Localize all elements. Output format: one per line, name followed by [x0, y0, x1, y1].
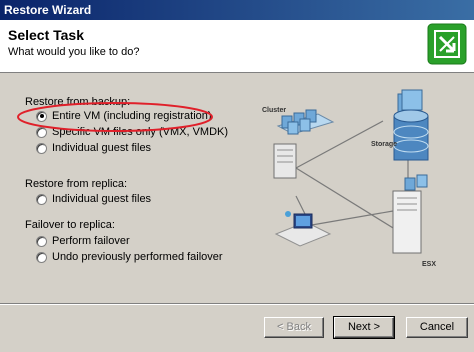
restore-from-replica-label: Restore from replica: — [25, 178, 128, 190]
option-label: Individual guest files — [52, 142, 152, 154]
radio-button[interactable] — [36, 193, 47, 205]
page-title: Select Task — [8, 27, 85, 43]
connection-lines — [295, 120, 409, 232]
option-label: Individual guest files — [52, 193, 152, 205]
radio-button[interactable] — [36, 235, 47, 247]
workstation-icon — [274, 211, 332, 247]
option-label: Specific VM files only (VMX, VMDK) — [52, 126, 229, 138]
radio-entire-vm[interactable]: Entire VM (including registration) — [36, 110, 212, 122]
esx-server-icon — [392, 174, 428, 254]
restore-wizard-icon — [427, 23, 467, 65]
radio-button-checked[interactable] — [36, 110, 47, 122]
radio-individual-guest-files-replica[interactable]: Individual guest files — [36, 193, 151, 205]
radio-individual-guest-files-backup[interactable]: Individual guest files — [36, 142, 151, 154]
cluster-server-icon — [273, 109, 335, 179]
esx-label: ESX — [422, 261, 436, 268]
option-label: Perform failover — [52, 235, 130, 247]
radio-specific-vm-files[interactable]: Specific VM files only (VMX, VMDK) — [36, 126, 228, 138]
failover-to-replica-label: Failover to replica: — [25, 219, 115, 231]
radio-button[interactable] — [36, 142, 47, 154]
back-button[interactable]: < Back — [264, 317, 324, 338]
option-label: Undo previously performed failover — [52, 251, 223, 263]
option-label: Entire VM (including registration) — [52, 110, 212, 122]
page-subtitle: What would you like to do? — [8, 46, 140, 58]
window-title: Restore Wizard — [4, 3, 92, 17]
wizard-header: Select Task What would you like to do? — [0, 20, 474, 73]
footer-separator — [0, 303, 474, 305]
cancel-button[interactable]: Cancel — [406, 317, 468, 338]
storage-label: Storage — [371, 141, 397, 148]
radio-button[interactable] — [36, 251, 47, 263]
cluster-label: Cluster — [262, 107, 286, 114]
storage-icon — [393, 89, 429, 161]
radio-perform-failover[interactable]: Perform failover — [36, 235, 130, 247]
infrastructure-diagram: Cluster Storage ESX — [262, 89, 436, 268]
radio-undo-failover[interactable]: Undo previously performed failover — [36, 251, 223, 263]
restore-from-backup-label: Restore from backup: — [25, 96, 131, 108]
next-button[interactable]: Next > — [333, 316, 395, 339]
title-bar: Restore Wizard — [0, 0, 474, 20]
radio-button[interactable] — [36, 126, 47, 138]
